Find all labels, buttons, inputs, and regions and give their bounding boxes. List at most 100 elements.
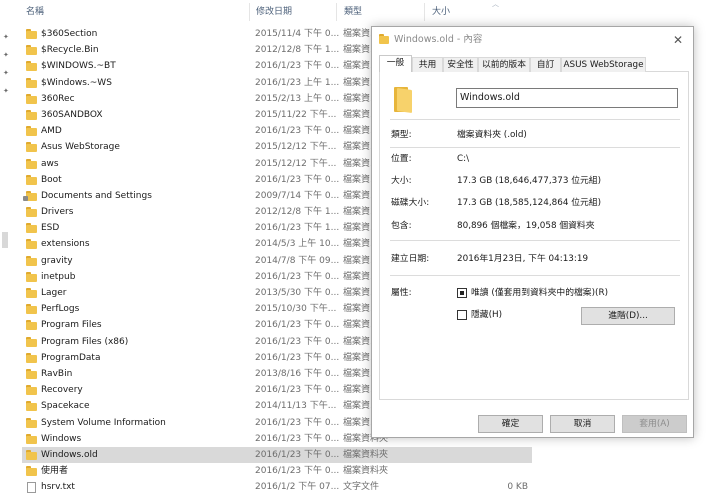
file-name: $360Section	[41, 29, 98, 39]
sort-ascending-icon: ︿	[492, 0, 499, 8]
column-divider[interactable]	[424, 3, 425, 21]
tab-customize[interactable]: 自訂	[530, 57, 561, 72]
file-name: extensions	[41, 239, 90, 250]
pin-icon[interactable]: ✦	[3, 52, 10, 59]
folder-icon	[26, 449, 37, 460]
folder-icon	[26, 385, 37, 396]
disk-size-value: 17.3 GB (18,585,124,864 位元組)	[457, 198, 602, 208]
tab-general[interactable]: 一般	[379, 55, 412, 73]
folder-icon	[26, 320, 37, 331]
file-date: 2016/1/23 下午 0...	[255, 433, 339, 444]
file-name: $WINDOWS.~BT	[41, 61, 116, 72]
file-size: 0 KB	[507, 482, 528, 493]
folder-icon	[394, 87, 414, 114]
pin-icon[interactable]: ✦	[3, 34, 10, 41]
folder-icon	[26, 109, 37, 120]
location-value: C:\	[457, 154, 470, 164]
file-type: 文字文件	[343, 482, 380, 493]
navigation-scrollbar[interactable]	[2, 232, 8, 248]
quick-access-strip: ✦ ✦ ✦ ✦	[0, 0, 14, 493]
tab-sharing[interactable]: 共用	[412, 57, 443, 72]
file-name: Asus WebStorage	[41, 142, 120, 153]
folder-icon	[26, 142, 37, 153]
text-file-icon	[26, 482, 37, 493]
file-date: 2012/12/8 下午 1...	[255, 207, 339, 218]
file-name: System Volume Information	[41, 417, 166, 428]
column-divider[interactable]	[336, 3, 337, 21]
file-row[interactable]: hsrv.txt 2016/1/2 下午 07... 文字文件 0 KB	[22, 479, 532, 493]
file-name: Documents and Settings	[41, 190, 152, 201]
file-name: Recovery	[41, 385, 83, 396]
pin-icon[interactable]: ✦	[3, 70, 10, 77]
folder-icon	[26, 77, 37, 88]
divider	[390, 275, 680, 276]
contains-value: 80,896 個檔案，19,058 個資料夾	[457, 221, 595, 231]
file-name: 360SANDBOX	[41, 109, 103, 120]
type-label: 類型:	[391, 130, 412, 140]
file-date: 2016/1/23 下午 0...	[255, 385, 339, 396]
contains-label: 包含:	[391, 221, 412, 231]
dialog-titlebar[interactable]: Windows.old - 內容 ✕	[372, 27, 693, 53]
file-name: inetpub	[41, 271, 76, 282]
column-name[interactable]: 名稱	[20, 0, 240, 24]
file-row[interactable]: 使用者 2016/1/23 下午 0... 檔案資料夾	[22, 463, 532, 479]
file-name: hsrv.txt	[41, 482, 75, 493]
file-name: PerfLogs	[41, 304, 80, 315]
size-label: 大小:	[391, 176, 412, 186]
file-date: 2016/1/23 下午 0...	[255, 61, 339, 72]
readonly-checkbox[interactable]	[457, 288, 467, 298]
folder-icon	[26, 174, 37, 185]
file-date: 2016/1/23 下午 0...	[255, 174, 339, 185]
file-date: 2015/11/22 下午...	[255, 109, 337, 120]
column-type[interactable]: 類型	[338, 0, 398, 24]
advanced-button[interactable]: 進階(D)...	[581, 307, 675, 325]
file-row[interactable]: Windows.old 2016/1/23 下午 0... 檔案資料夾	[22, 446, 532, 464]
file-date: 2016/1/23 上午 1...	[255, 77, 339, 88]
file-date: 2016/1/2 下午 07...	[255, 482, 339, 493]
hidden-label[interactable]: 隱藏(H)	[471, 309, 502, 321]
type-value: 檔案資料夾 (.old)	[457, 130, 527, 140]
file-date: 2014/5/3 上午 10...	[255, 239, 339, 250]
apply-button[interactable]: 套用(A)	[622, 415, 687, 433]
folder-shortcut-icon	[23, 190, 37, 201]
folder-icon	[26, 417, 37, 428]
folder-icon	[26, 45, 37, 56]
general-panel: Windows.old 類型: 檔案資料夾 (.old) 位置: C:\ 大小:…	[379, 72, 689, 400]
tab-previous-versions[interactable]: 以前的版本	[478, 57, 530, 72]
file-date: 2013/8/16 下午 0...	[255, 368, 339, 379]
file-date: 2016/1/23 下午 0...	[255, 352, 339, 363]
file-name: Windows.old	[41, 449, 98, 460]
folder-icon	[26, 271, 37, 282]
folder-icon	[26, 29, 37, 39]
ok-button[interactable]: 確定	[478, 415, 543, 433]
folder-icon	[26, 93, 37, 104]
file-name: ProgramData	[41, 352, 101, 363]
file-name: AMD	[41, 126, 62, 137]
tab-security[interactable]: 安全性	[443, 57, 478, 72]
file-name: RavBin	[41, 368, 73, 379]
folder-icon	[26, 368, 37, 379]
file-name: Drivers	[41, 207, 74, 218]
file-type: 檔案資料夾	[343, 466, 389, 477]
file-name: $Recycle.Bin	[41, 45, 99, 56]
column-date[interactable]: 修改日期	[250, 0, 336, 24]
column-header: 名稱 修改日期 類型 大小 ︿	[14, 0, 534, 24]
hidden-checkbox[interactable]	[457, 310, 467, 320]
file-name: 使用者	[41, 466, 69, 477]
folder-name-input[interactable]: Windows.old	[456, 88, 678, 108]
close-icon[interactable]: ✕	[668, 30, 688, 50]
location-label: 位置:	[391, 154, 412, 164]
cancel-button[interactable]: 取消	[550, 415, 615, 433]
pin-icon[interactable]: ✦	[3, 88, 10, 95]
file-date: 2013/5/30 下午 0...	[255, 288, 339, 298]
folder-icon	[26, 336, 37, 347]
folder-icon	[26, 207, 37, 218]
folder-icon	[26, 239, 37, 250]
file-date: 2016/1/23 下午 0...	[255, 466, 339, 477]
file-date: 2016/1/23 下午 0...	[255, 126, 339, 137]
created-value: 2016年1月23日, 下午 04:13:19	[457, 254, 589, 264]
folder-icon	[26, 223, 37, 234]
readonly-label[interactable]: 唯讀 (僅套用到資料夾中的檔案)(R)	[471, 287, 608, 299]
tab-asus-webstorage[interactable]: ASUS WebStorage	[561, 57, 646, 72]
file-name: 360Rec	[41, 93, 75, 104]
